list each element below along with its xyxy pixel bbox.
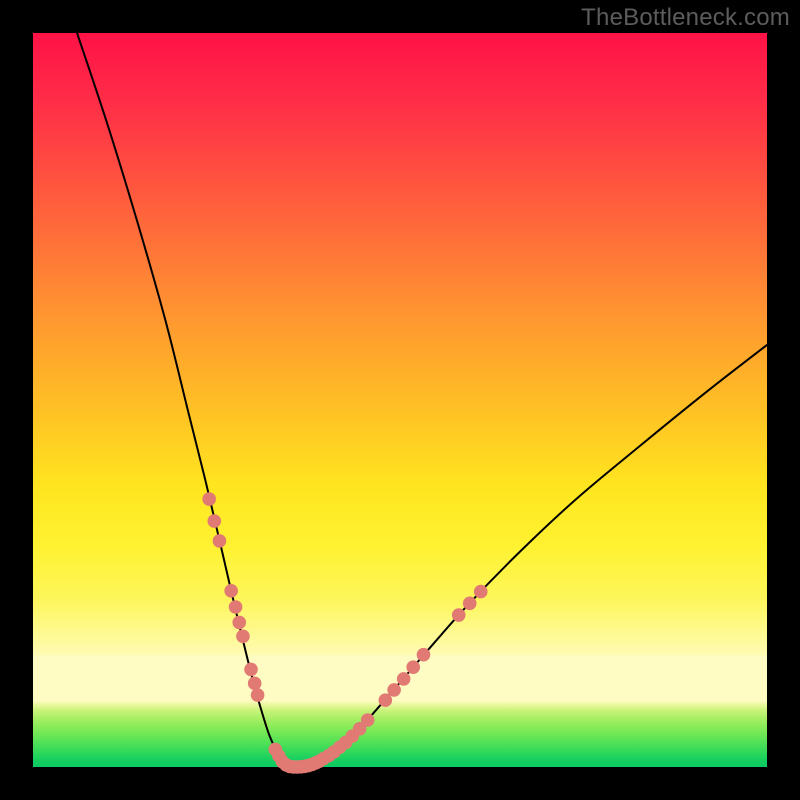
highlight-markers xyxy=(202,492,487,774)
marker-dot xyxy=(463,597,477,611)
marker-dot xyxy=(236,630,250,644)
marker-dot xyxy=(417,648,431,662)
marker-dot xyxy=(452,608,466,622)
watermark-text: TheBottleneck.com xyxy=(581,4,790,32)
plot-area xyxy=(33,33,767,767)
marker-dot xyxy=(213,534,227,548)
marker-dot xyxy=(361,713,375,727)
marker-dot xyxy=(232,616,246,630)
marker-dot xyxy=(244,663,258,677)
marker-dot xyxy=(224,584,238,598)
marker-dot xyxy=(248,677,262,691)
marker-dot xyxy=(379,693,393,707)
curve-layer xyxy=(33,33,767,767)
marker-dot xyxy=(406,660,420,674)
marker-dot xyxy=(208,514,222,528)
marker-dot xyxy=(397,672,411,686)
marker-dot xyxy=(229,600,243,614)
marker-dot xyxy=(251,688,265,702)
marker-dot xyxy=(387,683,401,697)
marker-dot xyxy=(474,585,488,599)
marker-dot xyxy=(202,492,216,506)
chart-frame: TheBottleneck.com xyxy=(0,0,800,800)
